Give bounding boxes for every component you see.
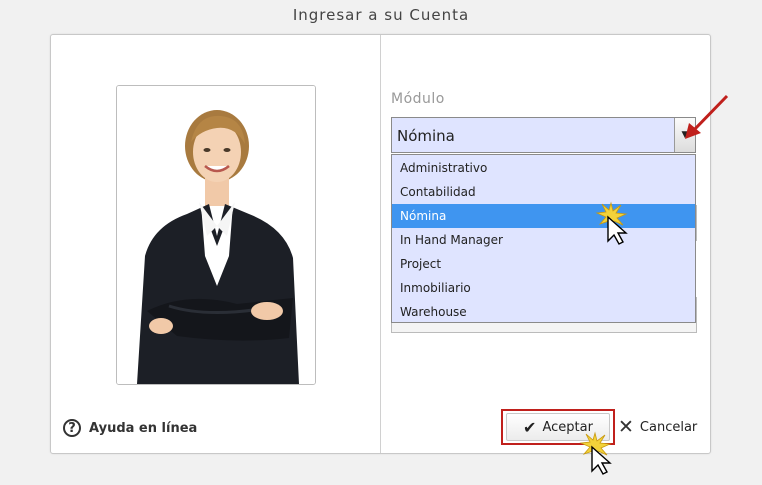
cancel-button-label: Cancelar [639,419,698,435]
help-circle-icon: ? [63,419,81,437]
help-link[interactable]: ? Ayuda en línea [63,419,197,437]
module-select-value: Nómina [397,127,455,145]
module-select[interactable]: Nómina ▼ [391,117,696,153]
module-label: Módulo [391,91,445,107]
login-dialog: ? Ayuda en línea Módulo Nómina ▼ Adminis… [50,34,729,475]
option-project[interactable]: Project [392,252,695,276]
panel-divider [380,35,381,453]
option-warehouse[interactable]: Warehouse [392,300,695,324]
click-cursor-icon [595,201,628,245]
option-inmobiliario[interactable]: Inmobiliario [392,276,695,300]
click-cursor-icon-accept [579,431,612,475]
close-icon: ✕ [618,416,634,438]
window-title: Ingresar a su Cuenta [292,6,470,24]
businesswoman-illustration [117,86,315,384]
annotation-arrow-icon [685,94,729,139]
option-administrativo[interactable]: Administrativo [392,156,695,180]
user-photo [116,85,316,385]
option-nomina[interactable]: Nómina [392,204,695,228]
module-dropdown-list: Administrativo Contabilidad Nómina In Ha… [391,154,696,323]
cancel-button[interactable]: ✕ Cancelar [618,413,697,441]
option-contabilidad[interactable]: Contabilidad [392,180,695,204]
help-link-label: Ayuda en línea [89,420,198,436]
check-icon: ✔ [523,417,537,437]
option-in-hand-manager[interactable]: In Hand Manager [392,228,695,252]
